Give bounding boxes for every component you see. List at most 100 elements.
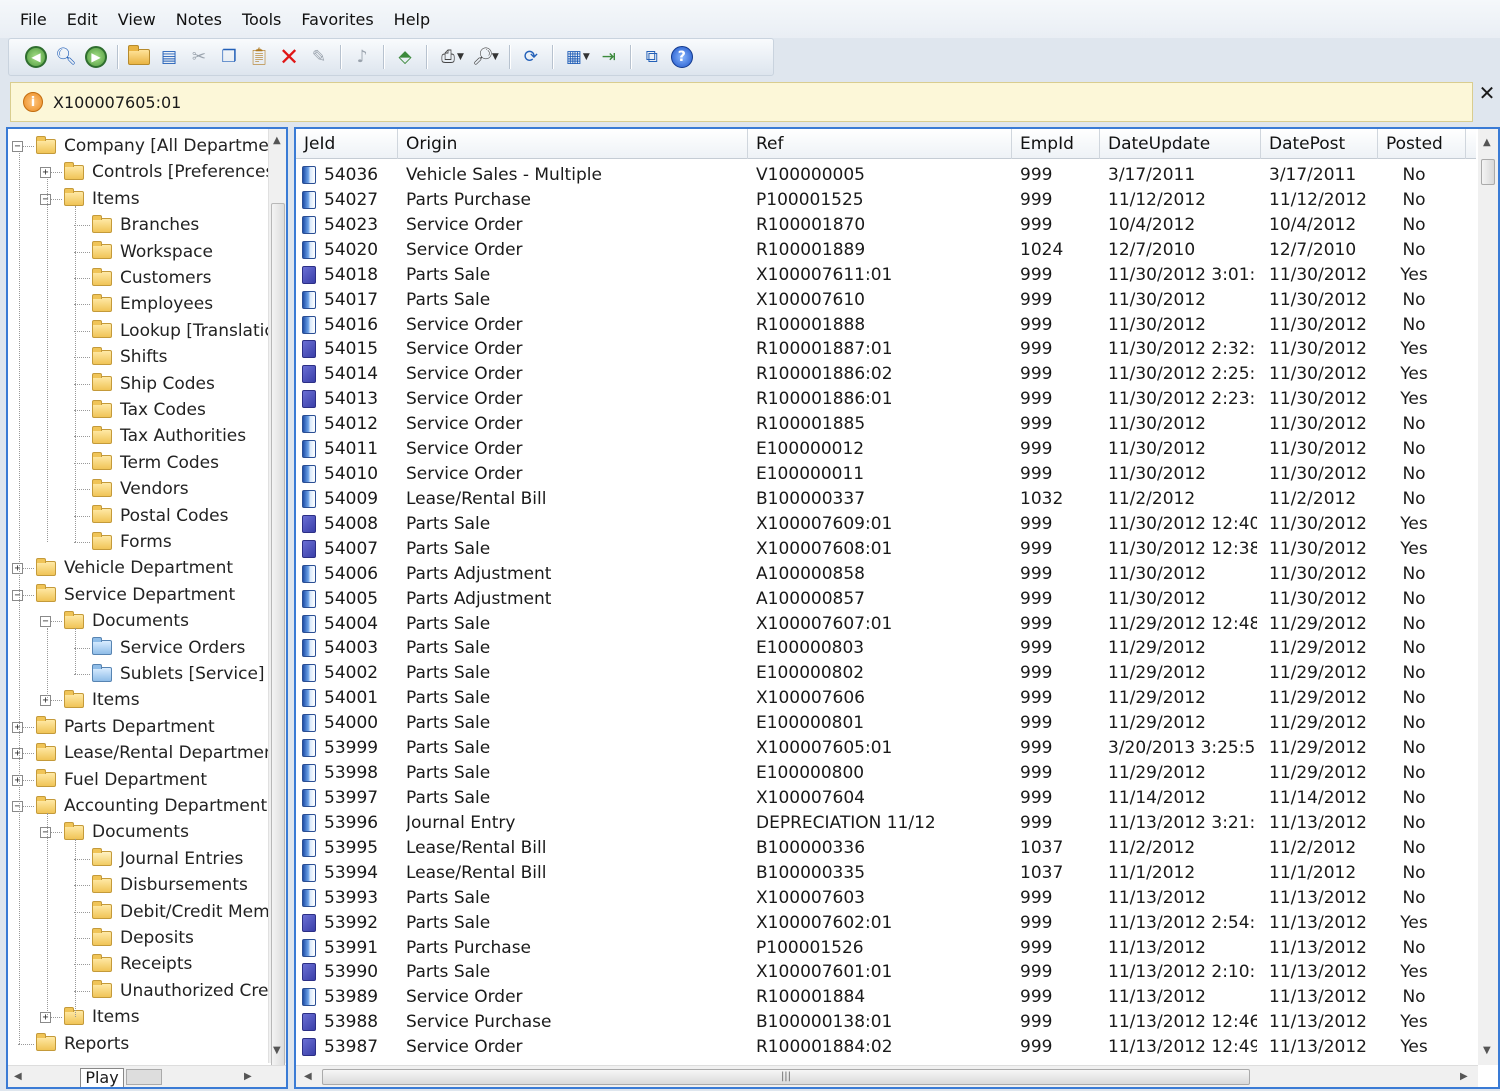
tree-node[interactable]: Postal Codes [92, 503, 229, 529]
copy-icon[interactable]: ❐ [214, 42, 244, 72]
table-row[interactable]: 54009 Lease/Rental Bill B100000337 1032 11/2… [296, 487, 1476, 512]
tree-vertical-scrollbar[interactable]: ▲ ▼ [268, 129, 286, 1087]
sound-icon[interactable]: ♪ [347, 42, 377, 72]
tree-node[interactable]: Items [64, 687, 140, 713]
table-row[interactable]: 53991 Parts Purchase P100001526 999 11/13/20… [296, 936, 1476, 961]
expand-icon[interactable]: + [40, 167, 51, 179]
grid-vertical-scrollbar[interactable]: ▲ ▼ [1478, 129, 1498, 1065]
tree-node[interactable]: Tax Codes [92, 397, 206, 423]
scroll-right-icon[interactable]: ▶ [1460, 1071, 1468, 1082]
table-row[interactable]: 53992 Parts Sale X100007602:01 999 11/13/201… [296, 911, 1476, 936]
tree-node[interactable]: Lease/Rental Department [36, 740, 268, 766]
table-row[interactable]: 54001 Parts Sale X100007606 999 11/29/2012 11… [296, 686, 1476, 711]
table-row[interactable]: 54023 Service Order R100001870 999 10/4/2012… [296, 213, 1476, 238]
table-row[interactable]: 53987 Service Order R100001884:02 999 11/13/… [296, 1035, 1476, 1060]
expand-icon[interactable]: + [12, 721, 23, 733]
grid-horizontal-scrollbar[interactable]: ◀ ||| ▶ [296, 1065, 1478, 1087]
tree-node[interactable]: Fuel Department [36, 767, 207, 793]
expand-icon[interactable]: + [40, 1012, 51, 1024]
scroll-up-icon[interactable]: ▲ [273, 135, 281, 146]
expand-icon[interactable]: + [40, 695, 51, 707]
menu-notes[interactable]: Notes [166, 10, 232, 29]
table-row[interactable]: 54020 Service Order R100001889 1024 12/7/201… [296, 238, 1476, 263]
tree-node[interactable]: Debit/Credit Mem [92, 899, 268, 925]
tree-node[interactable]: Employees [92, 291, 213, 317]
tree-node[interactable]: Vehicle Department [36, 555, 233, 581]
column-header-posted[interactable]: Posted [1378, 129, 1466, 159]
collapse-icon[interactable]: − [12, 141, 23, 152]
table-row[interactable]: 53988 Service Purchase B100000138:01 999 11/… [296, 1010, 1476, 1035]
tree-node[interactable]: Tax Authorities [92, 423, 246, 449]
table-row[interactable]: 54003 Parts Sale E100000803 999 11/29/2012 11… [296, 636, 1476, 661]
delete-icon[interactable]: ✕ [274, 42, 304, 72]
edit-disabled-icon[interactable]: ✎ [304, 42, 334, 72]
table-row[interactable]: 53998 Parts Sale E100000800 999 11/29/2012 11… [296, 761, 1476, 786]
scroll-down-icon[interactable]: ▼ [1483, 1045, 1491, 1056]
tree-node[interactable]: Journal Entries [92, 846, 243, 872]
table-row[interactable]: 53996 Journal Entry DEPRECIATION 11/12 999 1… [296, 811, 1476, 836]
scroll-up-icon[interactable]: ▲ [1483, 137, 1491, 148]
table-row[interactable]: 53990 Parts Sale X100007601:01 999 11/13/201… [296, 960, 1476, 985]
back-icon[interactable]: ◀ [21, 42, 51, 72]
tree-node[interactable]: Branches [92, 212, 199, 238]
tree-scroll-thumb[interactable] [271, 203, 285, 1087]
column-header-datepost[interactable]: DatePost [1261, 129, 1378, 159]
table-row[interactable]: 54006 Parts Adjustment A100000858 999 11/30/… [296, 562, 1476, 587]
scroll-left-icon[interactable]: ◀ [14, 1071, 22, 1082]
column-header-empid[interactable]: EmpId [1012, 129, 1100, 159]
menu-help[interactable]: Help [384, 10, 440, 29]
table-row[interactable]: 53989 Service Order R100001884 999 11/13/201… [296, 985, 1476, 1010]
table-row[interactable]: 53999 Parts Sale X100007605:01 999 3/20/2013… [296, 736, 1476, 761]
table-row[interactable]: 53994 Lease/Rental Bill B100000335 1037 11/1… [296, 861, 1476, 886]
collapse-icon[interactable]: − [12, 589, 23, 601]
collapse-icon[interactable]: − [40, 616, 51, 628]
paste-icon[interactable]: 📋︎ [244, 42, 274, 72]
column-header-dateupdate[interactable]: DateUpdate [1100, 129, 1261, 159]
grid-view-dropdown-icon[interactable]: ▼ [583, 52, 590, 62]
table-row[interactable]: 53995 Lease/Rental Bill B100000336 1037 11/2… [296, 836, 1476, 861]
search-icon[interactable]: 🔍︎ [51, 42, 81, 72]
tree-node[interactable]: Accounting Department [36, 793, 267, 819]
open-folder-icon[interactable] [124, 42, 154, 72]
table-row[interactable]: 53993 Parts Sale X100007603 999 11/13/2012 11… [296, 886, 1476, 911]
table-row[interactable]: 54018 Parts Sale X100007611:01 999 11/30/201… [296, 263, 1476, 288]
table-row[interactable]: 54015 Service Order R100001887:01 999 11/30/… [296, 337, 1476, 362]
table-row[interactable]: 54012 Service Order R100001885 999 11/30/201… [296, 412, 1476, 437]
tree-node[interactable]: Workspace [92, 239, 213, 265]
table-row[interactable]: 54005 Parts Adjustment A100000857 999 11/30/… [296, 587, 1476, 612]
scroll-left-icon[interactable]: ◀ [304, 1071, 312, 1082]
menu-file[interactable]: File [10, 10, 57, 29]
expand-icon[interactable]: + [12, 748, 23, 760]
table-row[interactable]: 53997 Parts Sale X100007604 999 11/14/2012 11… [296, 786, 1476, 811]
collapse-icon[interactable]: − [40, 193, 51, 205]
table-row[interactable]: 54027 Parts Purchase P100001525 999 11/12/20… [296, 188, 1476, 213]
table-row[interactable]: 54013 Service Order R100001886:01 999 11/30/… [296, 387, 1476, 412]
table-row[interactable]: 54010 Service Order E100000011 999 11/30/201… [296, 462, 1476, 487]
table-row[interactable]: 54014 Service Order R100001886:02 999 11/30/… [296, 362, 1476, 387]
menu-tools[interactable]: Tools [232, 10, 291, 29]
tree-node[interactable]: Service Department [36, 582, 235, 608]
play-button[interactable]: Play [80, 1068, 124, 1087]
export-icon[interactable]: ⇥ [594, 42, 624, 72]
scroll-down-icon[interactable]: ▼ [273, 1045, 281, 1056]
collapse-icon[interactable]: − [12, 801, 23, 812]
post-icon[interactable]: ⬘ [390, 42, 420, 72]
refresh-icon[interactable]: ⟳ [516, 42, 546, 72]
tree-node[interactable]: Reports [36, 1031, 129, 1057]
tree-node[interactable]: Controls [Preferences] [64, 159, 268, 185]
tree-node[interactable]: Forms [92, 529, 172, 555]
tree-node[interactable]: Disbursements [92, 872, 248, 898]
scroll-right-icon[interactable]: ▶ [244, 1071, 252, 1082]
grid-horizontal-thumb[interactable]: ||| [322, 1069, 1250, 1085]
tree-node[interactable]: Sublets [Service] [92, 661, 265, 687]
properties-icon[interactable]: ▤ [154, 42, 184, 72]
table-row[interactable]: 54004 Parts Sale X100007607:01 999 11/29/201… [296, 612, 1476, 637]
close-icon[interactable]: ✕ [1478, 82, 1496, 104]
tree-node[interactable]: Unauthorized Crec [92, 978, 268, 1004]
new-window-icon[interactable]: ⧉ [637, 42, 667, 72]
tree-node[interactable]: Service Orders [92, 635, 245, 661]
table-row[interactable]: 54017 Parts Sale X100007610 999 11/30/2012 11… [296, 288, 1476, 313]
forward-icon[interactable]: ▶ [81, 42, 111, 72]
tree-node[interactable]: Term Codes [92, 450, 219, 476]
menu-edit[interactable]: Edit [57, 10, 108, 29]
